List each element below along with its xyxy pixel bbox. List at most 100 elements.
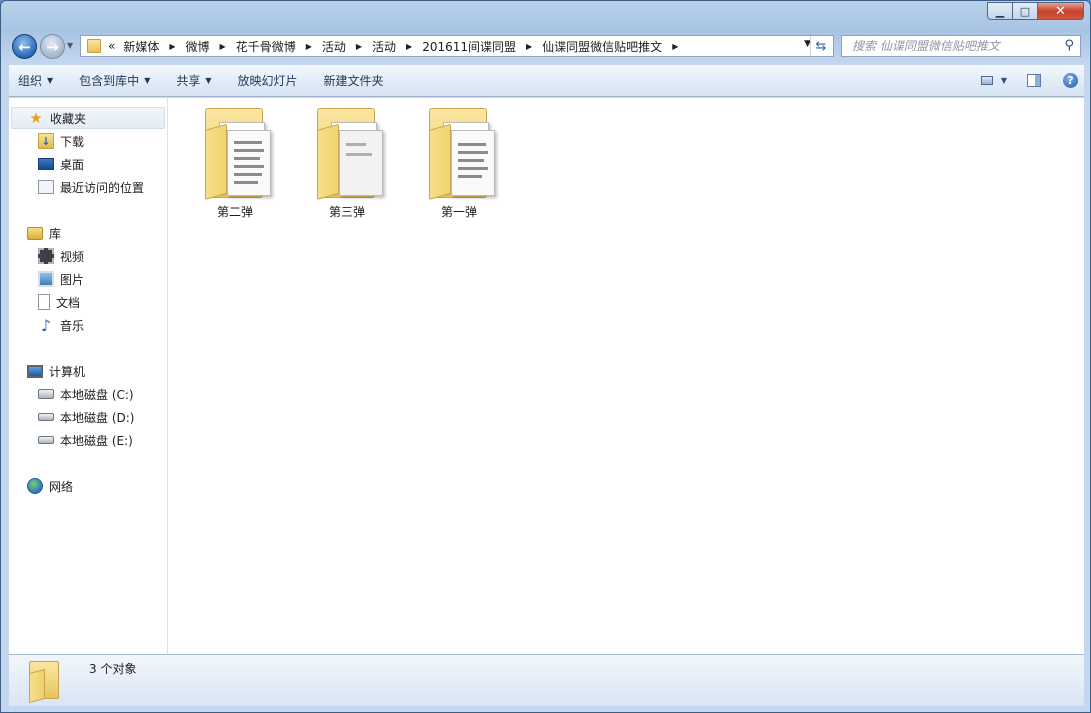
address-overflow-button[interactable]: « [108, 39, 115, 53]
nav-label: 音乐 [60, 318, 85, 333]
explorer-window: ▁ □ ✕ ← → ▼ « 新媒体 ▶ 微博 ▶ 花千骨微博 ▶ 活动 ▶ 活动 ▶ 20… [0, 0, 1091, 713]
status-bar: 3 个对象 [9, 654, 1084, 706]
file-list: 第二弹 第三弹 第一弹 [168, 98, 1084, 654]
maximize-button[interactable]: □ [1013, 2, 1038, 20]
nav-label: 本地磁盘 (D:) [60, 410, 135, 425]
hard-drive-icon [38, 436, 54, 444]
forward-button[interactable]: → [40, 34, 65, 59]
chevron-right-icon[interactable]: ▶ [220, 42, 226, 51]
preview-pane-icon [1027, 73, 1041, 87]
navigation-pane: ★ 收藏夹 下载 桌面 最近访问的位置 库 视频 图片 文档 ♪ 音乐 计算机 [9, 98, 168, 654]
star-icon: ★ [29, 109, 43, 127]
nav-label: 文档 [56, 295, 81, 310]
share-button[interactable]: 共享 ▼ [167, 67, 220, 95]
breadcrumb-item[interactable]: 微博 [184, 38, 212, 55]
nav-label: 本地磁盘 (C:) [60, 387, 134, 402]
nav-label: 库 [49, 226, 62, 241]
folder-name: 第三弹 [328, 205, 365, 219]
nav-label: 计算机 [49, 364, 86, 379]
search-box[interactable]: ⚲ [841, 35, 1081, 57]
folder-name: 第一弹 [440, 205, 477, 219]
chevron-right-icon[interactable]: ▶ [526, 42, 532, 51]
nav-item-pictures[interactable]: 图片 [38, 268, 84, 290]
nav-item-libraries[interactable]: 库 [27, 222, 61, 244]
help-button[interactable]: ? [1063, 69, 1078, 91]
chevron-right-icon[interactable]: ▶ [169, 42, 175, 51]
nav-label: 本地磁盘 (E:) [60, 433, 133, 448]
nav-label: 网络 [49, 479, 74, 494]
folder-item[interactable]: 第三弹 [302, 104, 392, 220]
folder-icon [87, 39, 101, 53]
nav-item-desktop[interactable]: 桌面 [38, 153, 84, 175]
video-icon [38, 248, 54, 264]
view-options-dropdown[interactable]: ▼ [1001, 69, 1007, 91]
refresh-icon: ⇆ [815, 38, 827, 54]
nav-item-videos[interactable]: 视频 [38, 245, 84, 267]
chevron-right-icon[interactable]: ▶ [672, 42, 678, 51]
slideshow-button[interactable]: 放映幻灯片 [229, 67, 307, 95]
arrow-right-icon: → [46, 37, 59, 56]
nav-item-downloads[interactable]: 下载 [38, 130, 84, 152]
breadcrumb-item[interactable]: 新媒体 [121, 38, 161, 55]
nav-label: 桌面 [60, 157, 85, 172]
breadcrumb-item[interactable]: 201611间谍同盟 [420, 38, 518, 55]
chevron-down-icon: ▼ [205, 76, 212, 85]
chevron-right-icon[interactable]: ▶ [356, 42, 362, 51]
folder-name: 第二弹 [216, 205, 253, 219]
nav-label: 图片 [60, 272, 85, 287]
share-label: 共享 [176, 74, 201, 88]
chevron-down-icon: ▼ [47, 76, 54, 85]
nav-item-drive-c[interactable]: 本地磁盘 (C:) [38, 383, 134, 405]
nav-label: 视频 [60, 249, 85, 264]
close-button[interactable]: ✕ [1038, 2, 1084, 20]
breadcrumb: 新媒体 ▶ 微博 ▶ 花千骨微博 ▶ 活动 ▶ 活动 ▶ 201611间谍同盟 ▶ 仙谍同盟… [121, 38, 686, 55]
nav-label: 收藏夹 [50, 111, 87, 126]
system-drive-icon [38, 389, 54, 399]
command-bar: 组织 ▼ 包含到库中 ▼ 共享 ▼ 放映幻灯片 新建文件夹 ▼ ? [9, 65, 1084, 97]
library-icon [27, 226, 43, 240]
nav-item-drive-e[interactable]: 本地磁盘 (E:) [38, 429, 133, 451]
music-note-icon: ♪ [40, 315, 52, 335]
chevron-right-icon[interactable]: ▶ [406, 42, 412, 51]
folder-icon [317, 108, 385, 200]
view-icon [980, 75, 993, 85]
change-view-button[interactable] [980, 69, 993, 91]
nav-item-documents[interactable]: 文档 [38, 291, 80, 313]
folder-icon [29, 661, 63, 704]
organize-button[interactable]: 组织 ▼ [9, 67, 62, 95]
nav-item-network[interactable]: 网络 [27, 475, 73, 497]
help-icon: ? [1063, 72, 1078, 88]
nav-item-music[interactable]: ♪ 音乐 [38, 314, 84, 336]
download-folder-icon [38, 133, 54, 149]
nav-item-drive-d[interactable]: 本地磁盘 (D:) [38, 406, 134, 428]
chevron-right-icon[interactable]: ▶ [306, 42, 312, 51]
recent-places-icon [38, 180, 54, 194]
caption-buttons: ▁ □ ✕ [987, 2, 1084, 20]
search-input[interactable] [850, 38, 1064, 54]
nav-item-computer[interactable]: 计算机 [27, 360, 85, 382]
desktop-icon [38, 158, 54, 170]
nav-label: 最近访问的位置 [60, 180, 145, 195]
back-button[interactable]: ← [12, 34, 37, 59]
address-bar[interactable]: « 新媒体 ▶ 微博 ▶ 花千骨微博 ▶ 活动 ▶ 活动 ▶ 201611间谍同盟 ▶ 仙谍… [80, 35, 834, 57]
include-in-library-label: 包含到库中 [79, 74, 140, 88]
folder-item[interactable]: 第二弹 [190, 104, 280, 220]
nav-item-recent-places[interactable]: 最近访问的位置 [38, 176, 144, 198]
computer-icon [27, 364, 43, 378]
recent-pages-dropdown[interactable]: ▼ [67, 41, 73, 50]
breadcrumb-item[interactable]: 活动 [320, 38, 348, 55]
minimize-button[interactable]: ▁ [987, 2, 1013, 20]
new-folder-button[interactable]: 新建文件夹 [315, 67, 393, 95]
folder-icon [205, 108, 273, 200]
include-in-library-button[interactable]: 包含到库中 ▼ [70, 67, 159, 95]
preview-pane-button[interactable] [1027, 69, 1041, 91]
refresh-button[interactable]: ⇆ [810, 36, 831, 56]
nav-item-favorites[interactable]: ★ 收藏夹 [11, 107, 165, 129]
chevron-down-icon: ▼ [144, 76, 151, 85]
breadcrumb-item[interactable]: 花千骨微博 [234, 38, 298, 55]
breadcrumb-item[interactable]: 仙谍同盟微信贴吧推文 [540, 38, 664, 55]
search-icon[interactable]: ⚲ [1064, 38, 1074, 53]
breadcrumb-item[interactable]: 活动 [370, 38, 398, 55]
folder-item[interactable]: 第一弹 [414, 104, 504, 220]
organize-label: 组织 [18, 74, 43, 88]
